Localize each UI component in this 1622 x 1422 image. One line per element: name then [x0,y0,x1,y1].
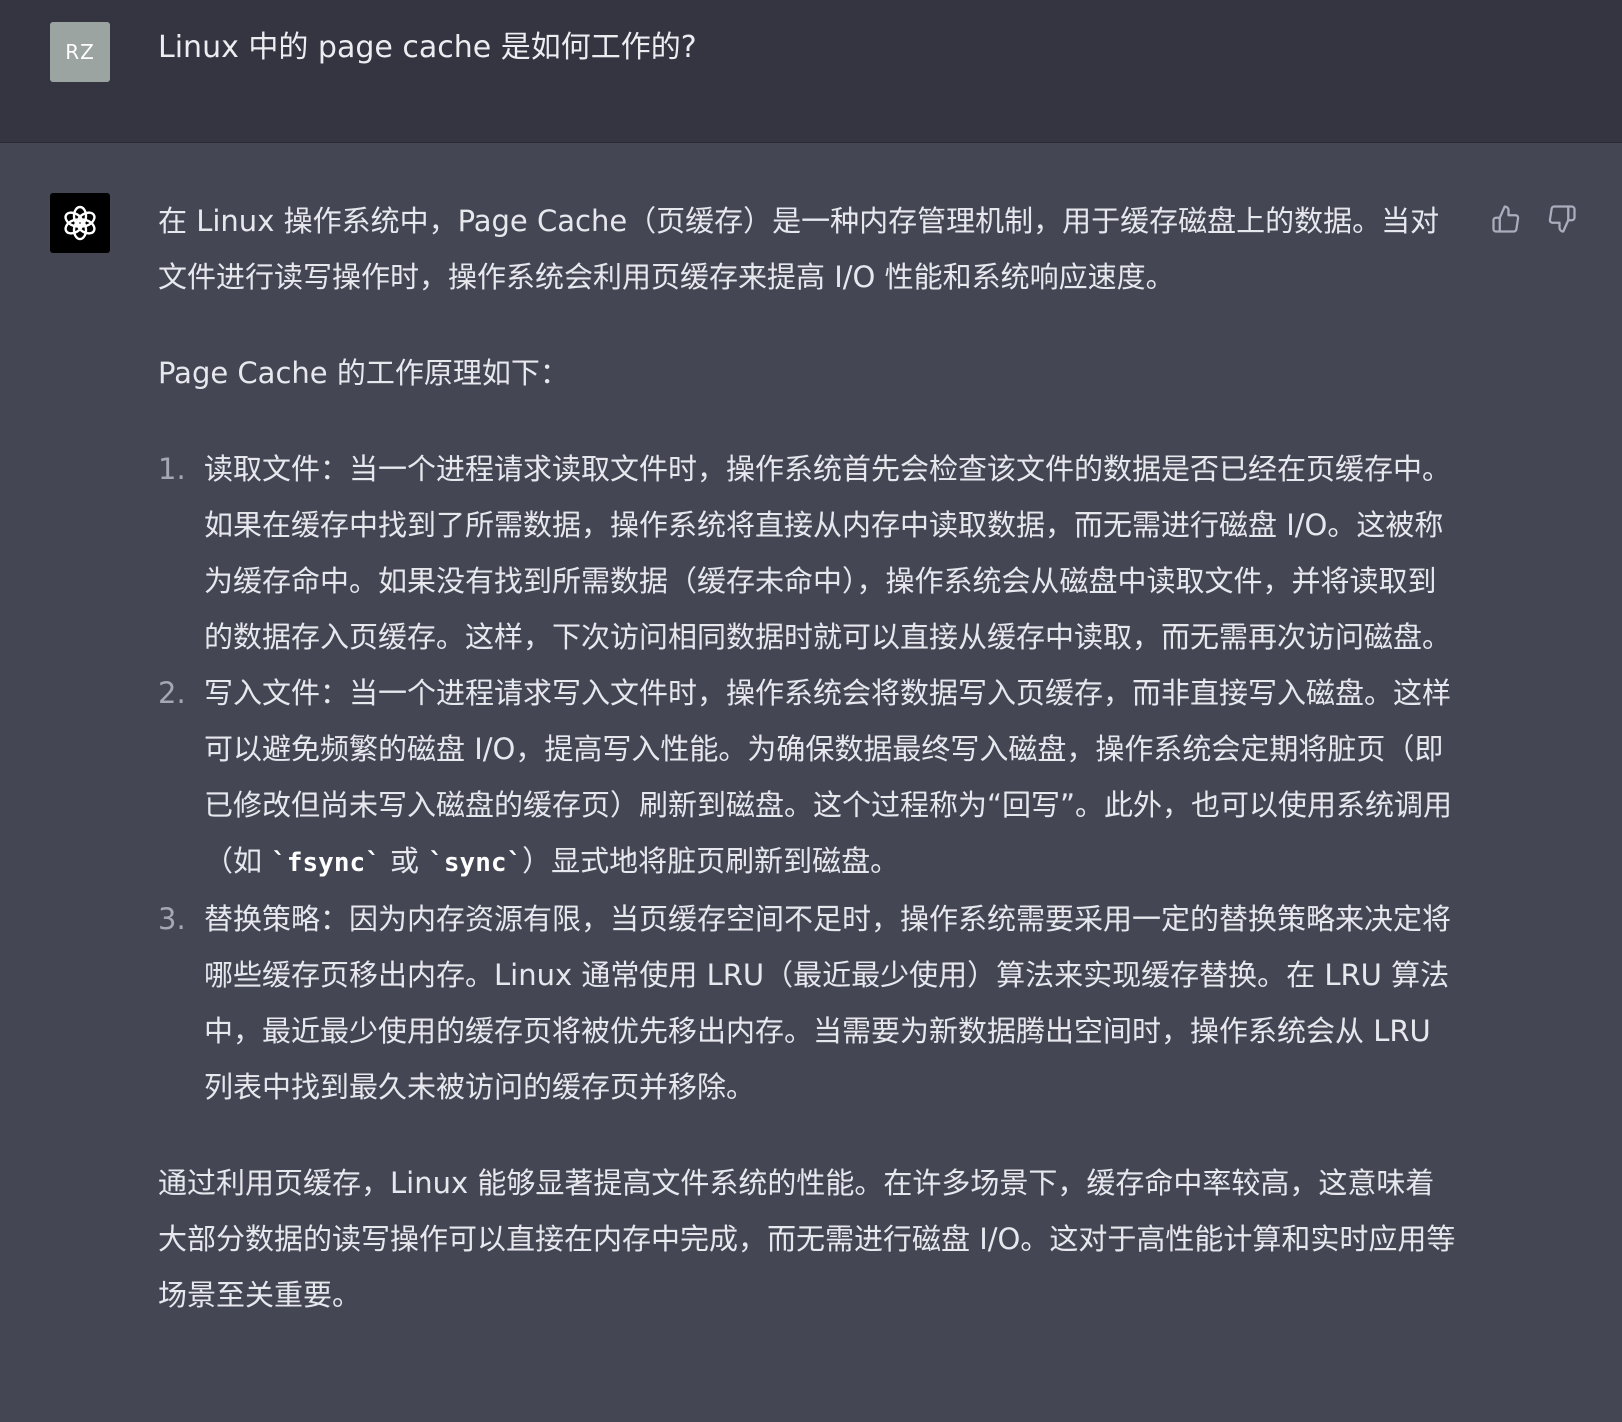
list-item: 2. 写入文件：当一个进程请求写入文件时，操作系统会将数据写入页缓存，而非直接写… [158,665,1458,891]
thumbs-up-button[interactable] [1486,199,1526,239]
list-item-text: ）显式地将脏页刷新到磁盘。 [522,844,900,878]
list-item-text: 或 [380,844,429,878]
list-number: 1. [158,452,186,486]
list-number: 3. [158,902,186,936]
thumbs-down-icon [1548,205,1576,233]
thumbs-down-button[interactable] [1542,199,1582,239]
openai-logo-icon [64,205,96,241]
inline-code-sync: `sync` [428,848,523,878]
list-item-text: 读取文件：当一个进程请求读取文件时，操作系统首先会检查该文件的数据是否已经在页缓… [204,452,1452,654]
response-intro: 在 Linux 操作系统中，Page Cache（页缓存）是一种内存管理机制，用… [158,204,1440,294]
list-item: 1. 读取文件：当一个进程请求读取文件时，操作系统首先会检查该文件的数据是否已经… [158,441,1458,665]
list-item-text: 替换策略：因为内存资源有限，当页缓存空间不足时，操作系统需要采用一定的替换策略来… [204,902,1452,1104]
assistant-response: 在 Linux 操作系统中，Page Cache（页缓存）是一种内存管理机制，用… [158,193,1458,1323]
user-initials: RZ [65,40,95,64]
inline-code-fsync: `fsync` [271,848,381,878]
steps-list: 1. 读取文件：当一个进程请求读取文件时，操作系统首先会检查该文件的数据是否已经… [158,441,1458,1115]
assistant-avatar [50,193,110,253]
response-conclusion: 通过利用页缓存，Linux 能够显著提高文件系统的性能。在许多场景下，缓存命中率… [158,1166,1456,1312]
thumbs-up-icon [1492,205,1520,233]
user-avatar: RZ [50,22,110,82]
list-number: 2. [158,676,186,710]
response-lead: Page Cache 的工作原理如下： [158,356,569,390]
assistant-message: 在 Linux 操作系统中，Page Cache（页缓存）是一种内存管理机制，用… [0,143,1622,1422]
user-question: Linux 中的 page cache 是如何工作的? [158,30,697,65]
user-message: RZ Linux 中的 page cache 是如何工作的? [0,0,1622,143]
list-item: 3. 替换策略：因为内存资源有限，当页缓存空间不足时，操作系统需要采用一定的替换… [158,891,1458,1115]
